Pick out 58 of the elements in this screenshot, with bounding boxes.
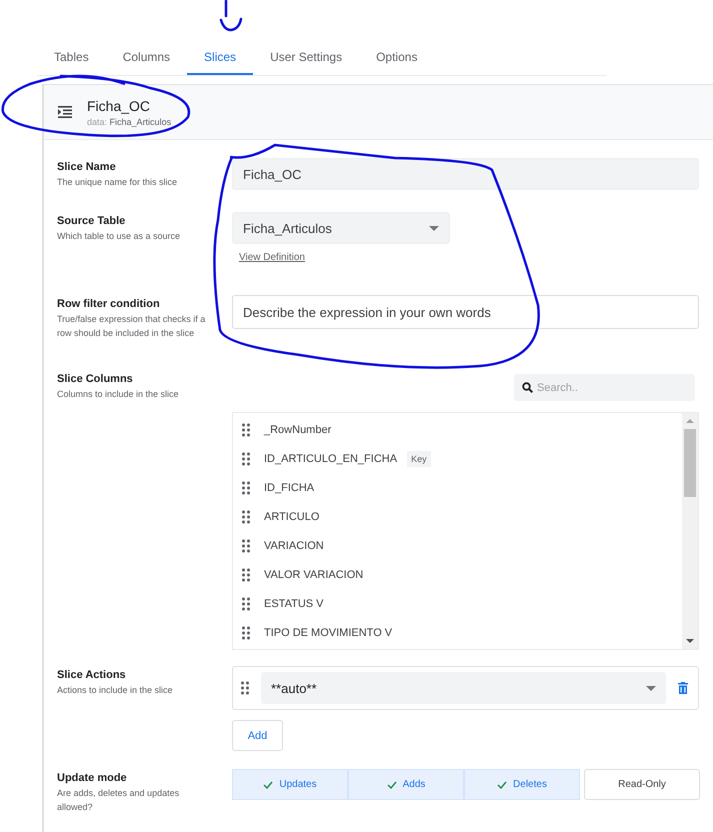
hand-drawn-arrow (220, 0, 242, 32)
tab[interactable]: Columns (106, 44, 188, 75)
column-name[interactable]: ID_ARTICULO_EN_FICHA (264, 452, 398, 464)
column-name[interactable]: ESTATUS V (264, 598, 324, 610)
slice-name-help-text: The unique name for this slice (57, 176, 178, 189)
slice-actions-label: Slice Actions (57, 669, 127, 681)
drag-handle-icon[interactable] (242, 538, 250, 552)
drag-handle-icon[interactable] (241, 681, 249, 695)
slice-title: Ficha_OC (87, 98, 152, 114)
drag-handle-icon[interactable] (242, 596, 250, 610)
source-prefix: data: (87, 116, 108, 126)
slice-actions-help-text: Actions to include in the slice (57, 684, 174, 697)
drag-handle-icon[interactable] (242, 422, 250, 436)
caret-icon (646, 686, 656, 690)
slice-columns-help-text: Columns to include in the slice (57, 388, 180, 401)
indent-icon (58, 106, 72, 118)
slice-columns-label: Slice Columns (57, 373, 134, 385)
drag-handle-icon[interactable] (242, 452, 250, 466)
drag-handle-icon[interactable] (242, 626, 250, 640)
search-field[interactable]: Search.. (514, 374, 695, 401)
drag-handle-icon[interactable] (242, 510, 250, 524)
source-table-label: Source Table (57, 215, 126, 227)
key-tag: Key (407, 450, 431, 466)
update-mode-label: Update mode (57, 772, 128, 784)
row-filter-field[interactable]: Describe the expression in your own words (232, 295, 699, 329)
slice-name-label: Slice Name (57, 161, 117, 173)
add-button[interactable]: Add (232, 720, 283, 751)
row-filter-help-text: True/false expression that checks if a row should be included in the slice (57, 313, 206, 340)
check-icon (497, 780, 508, 788)
column-name[interactable]: VALOR VARIACION (264, 568, 364, 580)
action-dropdown[interactable]: **auto** (261, 672, 666, 704)
check-icon (263, 780, 274, 788)
column-name[interactable]: VARIACION (264, 540, 324, 552)
caret-icon (429, 226, 439, 230)
source-name: Ficha_Articulos (110, 116, 172, 126)
update-mode-option[interactable]: Read-Only (584, 769, 700, 800)
slice-name-field[interactable]: Ficha_OC (232, 158, 699, 190)
trash-icon[interactable] (678, 682, 688, 694)
view-definition-link[interactable]: View Definition (239, 252, 305, 263)
tab[interactable]: User Settings (253, 44, 360, 75)
update-mode-option[interactable]: Updates (232, 769, 348, 800)
drag-handle-icon[interactable] (242, 568, 250, 582)
tab[interactable]: Slices (187, 44, 254, 75)
scrollbar[interactable] (682, 413, 698, 649)
row-filter-label: Row filter condition (57, 298, 161, 310)
update-mode-option[interactable]: Deletes (464, 769, 580, 800)
source-table-dropdown[interactable]: Ficha_Articulos (232, 212, 450, 244)
column-name[interactable]: ARTICULO (264, 510, 320, 522)
column-name[interactable]: _RowNumber (264, 424, 332, 436)
tab[interactable]: Tables (37, 44, 106, 75)
column-name[interactable]: TIPO DE MOVIMIENTO V (264, 626, 392, 638)
column-name[interactable]: ID_FICHA (264, 482, 314, 494)
tab[interactable]: Options (359, 44, 434, 75)
check-icon (386, 780, 397, 788)
source-table-help-text: Which table to use as a source (57, 230, 182, 243)
drag-handle-icon[interactable] (242, 480, 250, 494)
update-mode-option[interactable]: Adds (348, 769, 464, 800)
update-mode-help-text: Are adds, deletes and updates allowed? (57, 787, 180, 814)
